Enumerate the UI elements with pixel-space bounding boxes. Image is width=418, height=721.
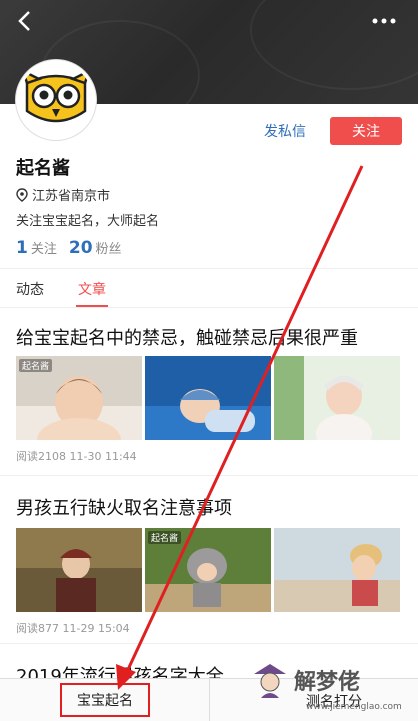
list-item[interactable]: 给宝宝起名中的禁忌，触碰禁忌后果很严重 起名酱 阅读2108 11-30 11:…	[0, 308, 418, 476]
follow-button[interactable]: 关注	[330, 117, 402, 145]
profile-bio: 关注宝宝起名，大师起名	[16, 214, 160, 229]
article-meta: 阅读2108 11-30 11:44	[16, 450, 137, 463]
more-dots-icon	[372, 18, 396, 24]
following-label: 关注	[30, 242, 57, 257]
profile-location: 江苏省南京市	[16, 185, 110, 204]
thumbnail-image	[16, 528, 142, 612]
thumbnail-image	[274, 356, 400, 440]
fans-stat[interactable]: 20 粉丝	[69, 238, 122, 258]
more-button[interactable]	[364, 6, 404, 36]
following-stat[interactable]: 1 关注	[16, 238, 57, 258]
chevron-left-icon	[18, 11, 30, 31]
watermark-text: 解梦佬	[294, 670, 361, 695]
location-pin-icon	[16, 187, 28, 202]
fans-count: 20	[68, 238, 93, 258]
profile-stats: 1 关注 20 粉丝	[16, 238, 122, 258]
annotation-highlight-box	[60, 683, 150, 717]
thumbnail-image	[274, 528, 400, 612]
profile-name: 起名酱	[16, 158, 70, 179]
article-thumbnails: 起名酱	[16, 356, 400, 440]
article-meta: 阅读877 11-29 15:04	[16, 622, 130, 635]
article-title: 男孩五行缺火取名注意事项	[16, 498, 232, 519]
active-tab-indicator	[76, 305, 108, 307]
thumbnail-logo: 起名酱	[19, 359, 53, 372]
thumbnail-logo: 起名酱	[148, 531, 182, 544]
avatar[interactable]	[16, 60, 96, 140]
thumbnail-image: 起名酱	[16, 356, 142, 440]
list-item[interactable]: 男孩五行缺火取名注意事项 起名酱 阅读877 11-29 15:04	[0, 476, 418, 644]
location-text: 江苏省南京市	[32, 189, 111, 204]
article-title: 给宝宝起名中的禁忌，触碰禁忌后果很严重	[16, 328, 358, 349]
thumbnail-image: 起名酱	[145, 528, 271, 612]
watermark: 解梦佬	[250, 660, 360, 700]
following-count: 1	[16, 238, 28, 258]
back-button[interactable]	[10, 6, 40, 36]
owl-avatar-icon	[19, 63, 93, 137]
fortune-teller-icon	[254, 664, 286, 698]
fans-label: 粉丝	[95, 242, 122, 257]
tab-articles[interactable]: 文章	[78, 279, 106, 299]
thumbnail-image	[145, 356, 271, 440]
tab-activity[interactable]: 动态	[16, 279, 44, 299]
content-tabs: 动态 文章	[0, 268, 418, 308]
message-button[interactable]: 发私信	[264, 118, 306, 144]
watermark-url: www.jiemenglao.com	[306, 702, 402, 712]
article-thumbnails: 起名酱	[16, 528, 400, 612]
